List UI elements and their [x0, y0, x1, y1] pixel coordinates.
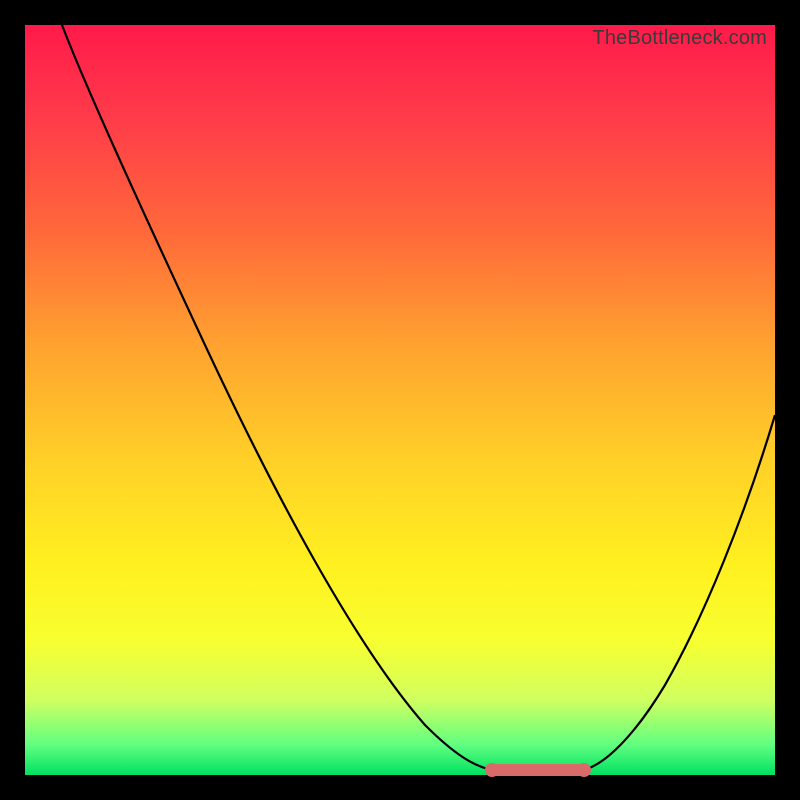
- chart-container: TheBottleneck.com: [0, 0, 800, 800]
- optimal-range-start-dot: [485, 763, 499, 777]
- bottleneck-curve: [25, 25, 775, 775]
- optimal-range-end-dot: [577, 763, 591, 777]
- plot-area: TheBottleneck.com: [25, 25, 775, 775]
- optimal-range-marker: [491, 764, 585, 776]
